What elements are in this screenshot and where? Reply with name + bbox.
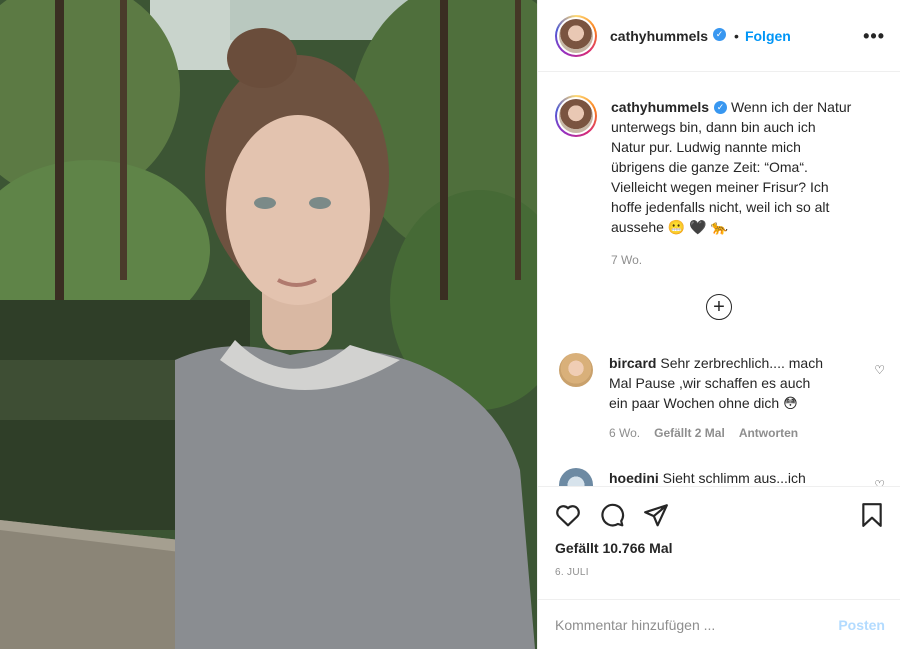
- caption-username[interactable]: cathyhummels: [611, 99, 709, 115]
- comment-icon-svg: [601, 503, 625, 527]
- comment-username[interactable]: bircard: [609, 355, 656, 371]
- comment-likes[interactable]: Gefällt 2 Mal: [654, 423, 725, 443]
- caption-avatar[interactable]: [555, 95, 597, 137]
- avatar-image: [559, 18, 593, 53]
- comment-username[interactable]: hoedini: [609, 470, 659, 486]
- comment-avatar[interactable]: [559, 353, 593, 387]
- post-header: cathyhummels ✓ • Folgen •••: [538, 0, 900, 72]
- post-side-panel: cathyhummels ✓ • Folgen ••• cathyhummels…: [537, 0, 900, 649]
- post-actions: Gefällt 10.766 Mal 6. JULI: [538, 486, 900, 599]
- comments-list[interactable]: cathyhummels ✓ Wenn ich der Natur unterwe…: [538, 73, 900, 486]
- comment-avatar[interactable]: [559, 468, 593, 486]
- avatar-ring-inner: [557, 97, 595, 135]
- bookmark-icon-svg: [862, 503, 882, 527]
- more-icon[interactable]: •••: [863, 26, 885, 47]
- caption-line: aussehe: [611, 219, 664, 235]
- verified-badge-icon: ✓: [713, 28, 727, 41]
- comment-time[interactable]: 6 Wo.: [609, 423, 640, 443]
- post-date[interactable]: 6. JULI: [555, 567, 589, 578]
- heart-icon-svg: [556, 505, 580, 527]
- comment-text: ein paar Wochen ohne dich: [609, 395, 780, 411]
- post-photo[interactable]: [0, 0, 537, 649]
- caption-line: hoffe jedenfalls nicht, weil ich so alt: [611, 199, 830, 215]
- caption: cathyhummels ✓ Wenn ich der Natur unterwe…: [555, 95, 885, 237]
- small-heart-icon[interactable]: ♡: [874, 363, 885, 377]
- comment-body: hoedini Sieht schlimm aus...ich: [609, 468, 847, 486]
- post-comment-button[interactable]: Posten: [838, 617, 885, 633]
- add-comment-bar: Posten: [538, 599, 900, 649]
- photo-illustration: [0, 0, 537, 649]
- comment-icon[interactable]: [598, 501, 626, 529]
- caption-time[interactable]: 7 Wo.: [611, 253, 642, 267]
- caption-line: übrigens die ganze Zeit: “Oma“.: [611, 159, 808, 175]
- comment-body: bircard Sehr zerbrechlich.... mach Mal P…: [609, 353, 847, 443]
- comment-text: Sehr zerbrechlich.... mach: [660, 355, 823, 371]
- caption-line: Natur pur. Ludwig nannte mich: [611, 139, 801, 155]
- header-avatar[interactable]: [555, 14, 597, 57]
- heart-icon[interactable]: [554, 501, 582, 529]
- comment-text: Sieht schlimm aus...ich: [662, 470, 806, 486]
- header-username[interactable]: cathyhummels: [610, 28, 708, 44]
- share-icon[interactable]: [642, 501, 670, 529]
- emoji-icon: 😬 🖤 🐆: [667, 219, 728, 235]
- bookmark-icon[interactable]: [858, 501, 886, 529]
- comment-text: Mal Pause ,wir schaffen es auch: [609, 375, 811, 391]
- comment-item: hoedini Sieht schlimm aus...ich ♡: [555, 468, 885, 486]
- caption-line: Vielleicht wegen meiner Frisur? Ich: [611, 179, 829, 195]
- caption-line: unterwegs bin, dann bin auch ich: [611, 119, 816, 135]
- caption-text: cathyhummels ✓ Wenn ich der Natur unterwe…: [611, 97, 871, 237]
- likes-count[interactable]: Gefällt 10.766 Mal: [555, 540, 673, 556]
- caption-line: Wenn ich der Natur: [730, 99, 852, 115]
- plus-circle-icon[interactable]: +: [706, 294, 732, 320]
- comment-item: bircard Sehr zerbrechlich.... mach Mal P…: [555, 353, 885, 443]
- verified-badge-icon: ✓: [714, 100, 728, 114]
- avatar-ring-inner: [557, 16, 595, 55]
- share-icon-svg: [644, 504, 668, 527]
- follow-button[interactable]: Folgen: [745, 28, 791, 44]
- avatar-image: [559, 99, 593, 133]
- reply-button[interactable]: Antworten: [739, 423, 798, 443]
- comment-meta: 6 Wo. Gefällt 2 Mal Antworten: [609, 423, 847, 443]
- small-heart-icon[interactable]: ♡: [874, 478, 885, 486]
- dot-separator: •: [734, 27, 739, 44]
- comment-input[interactable]: [555, 616, 815, 633]
- emoji-icon: 😳: [783, 395, 798, 411]
